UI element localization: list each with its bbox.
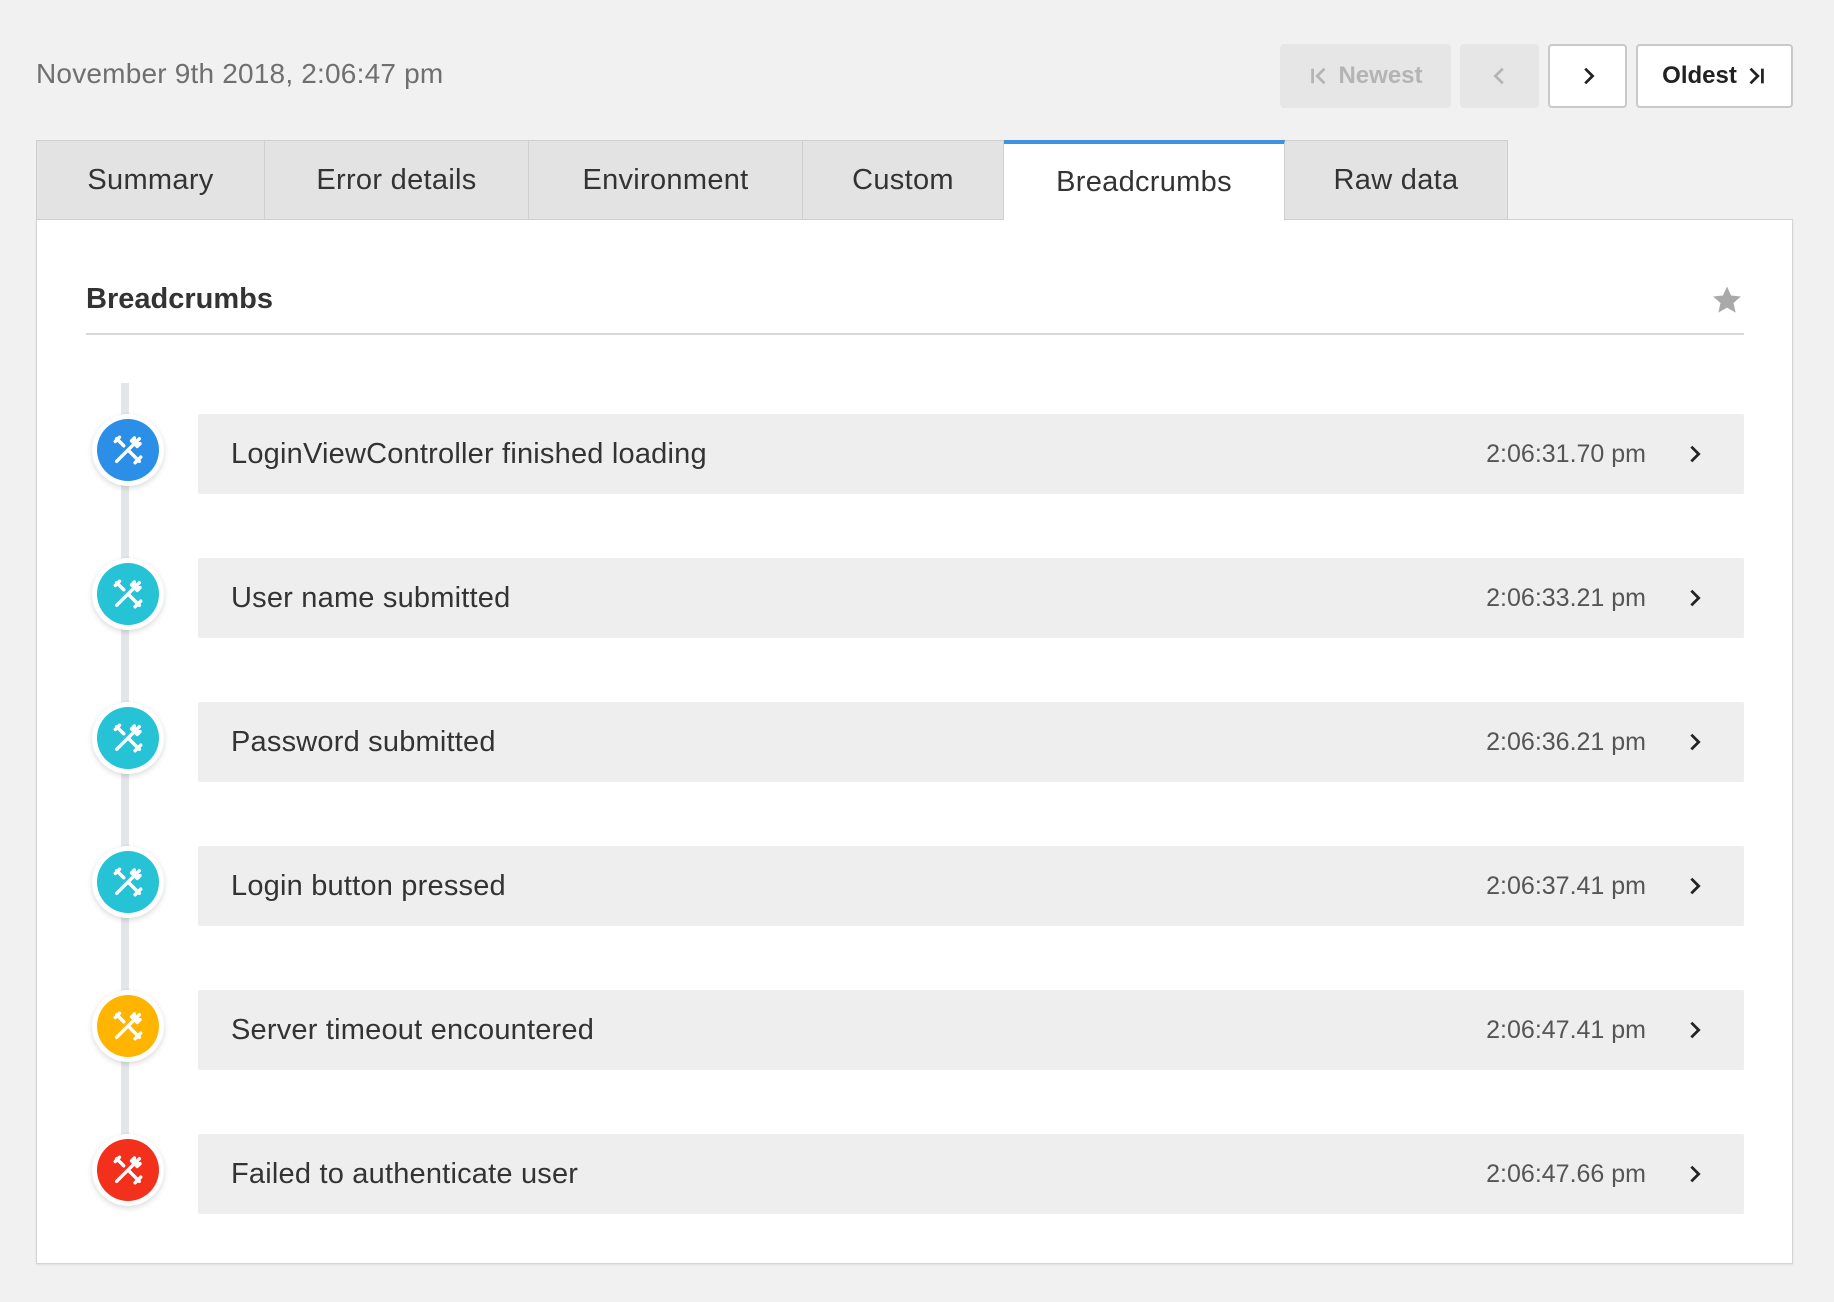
newest-button[interactable]: Newest [1280, 44, 1451, 108]
tools-icon [97, 1139, 159, 1201]
error-occurrence-page: November 9th 2018, 2:06:47 pm Newest Old… [0, 0, 1834, 1302]
breadcrumbs-panel: Breadcrumbs LoginViewController finished… [36, 219, 1793, 1264]
breadcrumb-item: Server timeout encountered 2:06:47.41 pm [37, 990, 1792, 1134]
occurrence-navigation: Newest Oldest [1280, 44, 1793, 108]
chevron-right-icon[interactable] [1684, 731, 1706, 753]
next-button[interactable] [1548, 44, 1627, 108]
tab-breadcrumbs[interactable]: Breadcrumbs [1004, 140, 1285, 221]
tab-error-details[interactable]: Error details [265, 140, 529, 220]
skip-first-icon [1311, 67, 1326, 85]
breadcrumb-row[interactable]: Login button pressed 2:06:37.41 pm [198, 846, 1744, 926]
newest-label: Newest [1338, 62, 1423, 89]
breadcrumb-item: Password submitted 2:06:36.21 pm [37, 702, 1792, 846]
breadcrumb-time: 2:06:36.21 pm [1486, 727, 1646, 756]
breadcrumb-row[interactable]: Server timeout encountered 2:06:47.41 pm [198, 990, 1744, 1070]
tools-icon [97, 419, 159, 481]
oldest-button[interactable]: Oldest [1636, 44, 1793, 108]
chevron-right-icon[interactable] [1684, 443, 1706, 465]
occurrence-datetime: November 9th 2018, 2:06:47 pm [36, 58, 444, 89]
breadcrumb-list: LoginViewController finished loading 2:06… [37, 414, 1792, 1278]
panel-title: Breadcrumbs [86, 283, 273, 315]
breadcrumb-row[interactable]: LoginViewController finished loading 2:06… [198, 414, 1744, 494]
tools-icon [97, 707, 159, 769]
breadcrumb-row[interactable]: Failed to authenticate user 2:06:47.66 pm [198, 1134, 1744, 1214]
breadcrumb-time: 2:06:47.66 pm [1486, 1159, 1646, 1188]
breadcrumb-label: User name submitted [231, 581, 511, 614]
occurrence-header: November 9th 2018, 2:06:47 pm Newest Old… [36, 44, 1793, 108]
breadcrumb-time: 2:06:37.41 pm [1486, 871, 1646, 900]
breadcrumb-time: 2:06:47.41 pm [1486, 1015, 1646, 1044]
tools-icon [97, 563, 159, 625]
tools-icon [97, 995, 159, 1057]
tools-icon [97, 851, 159, 913]
breadcrumb-marker [92, 1134, 164, 1206]
detail-tabs: Summary Error details Environment Custom… [36, 140, 1508, 221]
breadcrumb-row[interactable]: Password submitted 2:06:36.21 pm [198, 702, 1744, 782]
chevron-right-icon[interactable] [1684, 875, 1706, 897]
chevron-right-icon[interactable] [1684, 1019, 1706, 1041]
breadcrumb-label: LoginViewController finished loading [231, 437, 707, 470]
breadcrumb-label: Server timeout encountered [231, 1013, 595, 1046]
breadcrumb-time: 2:06:33.21 pm [1486, 583, 1646, 612]
tab-summary[interactable]: Summary [36, 140, 265, 220]
breadcrumb-item: User name submitted 2:06:33.21 pm [37, 558, 1792, 702]
tab-raw-data[interactable]: Raw data [1285, 140, 1508, 220]
breadcrumb-item: Failed to authenticate user 2:06:47.66 pm [37, 1134, 1792, 1278]
breadcrumb-marker [92, 558, 164, 630]
breadcrumb-marker [92, 846, 164, 918]
breadcrumb-marker [92, 414, 164, 486]
breadcrumb-item: Login button pressed 2:06:37.41 pm [37, 846, 1792, 990]
oldest-label: Oldest [1662, 62, 1737, 89]
breadcrumb-label: Failed to authenticate user [231, 1157, 579, 1190]
breadcrumb-marker [92, 990, 164, 1062]
tab-custom[interactable]: Custom [803, 140, 1004, 220]
previous-button[interactable] [1460, 44, 1539, 108]
tab-environment[interactable]: Environment [529, 140, 803, 220]
chevron-right-icon[interactable] [1684, 587, 1706, 609]
skip-last-icon [1749, 67, 1764, 85]
chevron-right-icon[interactable] [1684, 1163, 1706, 1185]
breadcrumb-item: LoginViewController finished loading 2:06… [37, 414, 1792, 558]
breadcrumb-label: Password submitted [231, 725, 496, 758]
breadcrumb-marker [92, 702, 164, 774]
breadcrumb-time: 2:06:31.70 pm [1486, 439, 1646, 468]
panel-divider [86, 333, 1744, 335]
breadcrumb-label: Login button pressed [231, 869, 506, 902]
chevron-left-icon [1492, 67, 1504, 85]
star-icon[interactable] [1710, 283, 1744, 317]
chevron-right-icon [1583, 67, 1595, 85]
breadcrumb-row[interactable]: User name submitted 2:06:33.21 pm [198, 558, 1744, 638]
